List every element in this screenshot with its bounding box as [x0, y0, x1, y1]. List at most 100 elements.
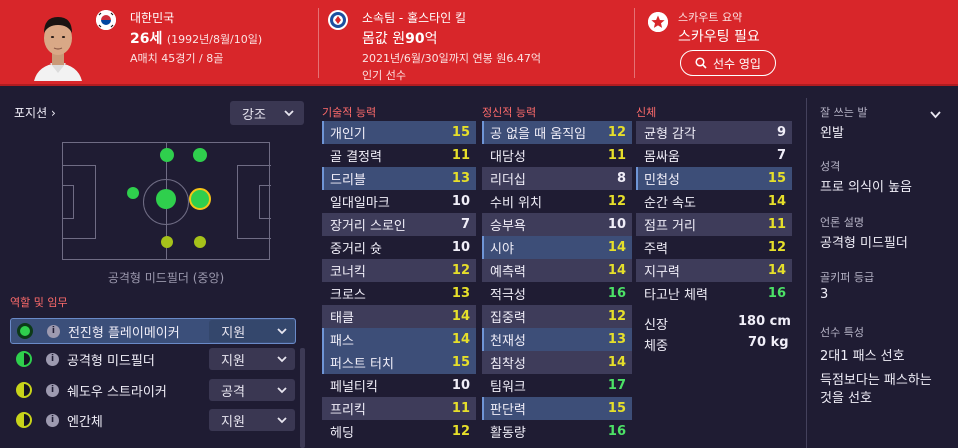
- attribute-row[interactable]: 예측력 14: [482, 259, 632, 282]
- attribute-row[interactable]: 공 없을 때 움직임 12: [482, 121, 632, 144]
- scout-summary-value: 스카우팅 필요: [678, 29, 760, 45]
- attribute-row[interactable]: 헤딩 12: [322, 420, 476, 443]
- attribute-row[interactable]: 골 결정력 11: [322, 144, 476, 167]
- attribute-name: 지구력: [644, 265, 680, 280]
- attribute-name: 예측력: [490, 265, 526, 280]
- header-divider: [318, 8, 319, 78]
- duty-dropdown[interactable]: 지원: [209, 320, 295, 342]
- position-dot[interactable]: [194, 236, 206, 248]
- left-goal-box: [62, 185, 74, 219]
- attribute-value: 14: [607, 263, 626, 278]
- attribute-value: 14: [451, 309, 470, 324]
- duty-value: 공격: [221, 384, 245, 400]
- attribute-row[interactable]: 수비 위치 12: [482, 190, 632, 213]
- media-description-value: 공격형 미드필더: [820, 236, 908, 251]
- attribute-row[interactable]: 드리블 13: [322, 167, 476, 190]
- attribute-row[interactable]: 주력 12: [636, 236, 792, 259]
- duty-dropdown[interactable]: 지원: [209, 348, 295, 370]
- roles-duties-title: 역할 및 임무: [10, 296, 68, 309]
- role-row[interactable]: i 쉐도우 스트라이커 공격: [10, 377, 296, 403]
- role-rating-half-icon: [16, 351, 32, 367]
- attribute-value: 9: [776, 125, 786, 140]
- attribute-row[interactable]: 균형 감각 9: [636, 121, 792, 144]
- attribute-name: 적극성: [490, 288, 526, 303]
- attribute-name: 침착성: [490, 357, 526, 372]
- duty-value: 지원: [221, 414, 245, 430]
- attribute-name: 리더십: [490, 173, 526, 188]
- role-row[interactable]: i 엔간체 지원: [10, 407, 296, 433]
- attribute-value: 12: [607, 194, 626, 209]
- attribute-row[interactable]: 일대일마크 10: [322, 190, 476, 213]
- position-dot[interactable]: [160, 148, 174, 162]
- attribute-value: 13: [451, 286, 470, 301]
- duty-dropdown[interactable]: 공격: [209, 379, 295, 401]
- roles-scrollbar[interactable]: [300, 348, 305, 448]
- personality-value: 프로 의식이 높음: [820, 180, 912, 195]
- sign-player-button[interactable]: 선수 영입: [680, 50, 776, 76]
- star-badge-icon: [648, 12, 668, 32]
- position-dot[interactable]: [127, 187, 139, 199]
- attribute-value: 14: [767, 263, 786, 278]
- attribute-row[interactable]: 패스 14: [322, 328, 476, 351]
- attribute-row[interactable]: 활동량 16: [482, 420, 632, 443]
- attribute-row[interactable]: 리더십 8: [482, 167, 632, 190]
- attribute-name: 패스: [330, 334, 354, 349]
- role-row[interactable]: i 전진형 플레이메이커 지원: [10, 318, 296, 344]
- attribute-row[interactable]: 퍼스트 터치 15: [322, 351, 476, 374]
- attribute-row[interactable]: 대담성 11: [482, 144, 632, 167]
- role-row[interactable]: i 공격형 미드필더 지원: [10, 346, 296, 372]
- height-value: 180 cm: [738, 314, 791, 329]
- attribute-value: 12: [451, 424, 470, 439]
- attribute-name: 개인기: [330, 127, 366, 142]
- attribute-row[interactable]: 중거리 슛 10: [322, 236, 476, 259]
- info-icon[interactable]: i: [46, 383, 59, 397]
- position-dot[interactable]: [156, 189, 176, 209]
- value-prefix: 몸값 원: [362, 31, 406, 47]
- info-icon[interactable]: i: [46, 352, 59, 366]
- position-dot-selected[interactable]: [189, 188, 211, 210]
- attribute-row[interactable]: 승부욕 10: [482, 213, 632, 236]
- attribute-name: 천재성: [490, 334, 526, 349]
- attribute-row[interactable]: 점프 거리 11: [636, 213, 792, 236]
- attribute-row[interactable]: 타고난 체력 16: [636, 282, 792, 305]
- holstein-kiel-crest-icon[interactable]: [328, 10, 348, 30]
- attribute-row[interactable]: 프리킥 11: [322, 397, 476, 420]
- attribute-row[interactable]: 장거리 스로인 7: [322, 213, 476, 236]
- attribute-row[interactable]: 침착성 14: [482, 351, 632, 374]
- club-link[interactable]: 소속팀 - 홀스타인 킬: [362, 9, 466, 26]
- attribute-row[interactable]: 태클 14: [322, 305, 476, 328]
- attribute-row[interactable]: 크로스 13: [322, 282, 476, 305]
- attribute-row[interactable]: 몸싸움 7: [636, 144, 792, 167]
- attribute-name: 페널티킥: [330, 380, 378, 395]
- attribute-row[interactable]: 시야 14: [482, 236, 632, 259]
- attribute-row[interactable]: 민첩성 15: [636, 167, 792, 190]
- chevron-down-icon: [277, 355, 287, 362]
- birth-date: (1992년/8월/10일): [166, 33, 263, 46]
- attribute-row[interactable]: 집중력 12: [482, 305, 632, 328]
- attribute-row[interactable]: 천재성 13: [482, 328, 632, 351]
- role-name: 쉐도우 스트라이커: [67, 384, 167, 400]
- role-rating-half-icon: [16, 412, 32, 428]
- attribute-row[interactable]: 판단력 15: [482, 397, 632, 420]
- attribute-name: 중거리 슛: [330, 242, 382, 257]
- attribute-row[interactable]: 개인기 15: [322, 121, 476, 144]
- attribute-row[interactable]: 팀워크 17: [482, 374, 632, 397]
- chevron-down-icon: [277, 386, 287, 393]
- emphasis-dropdown[interactable]: 강조: [230, 101, 304, 125]
- attribute-row[interactable]: 지구력 14: [636, 259, 792, 282]
- info-icon[interactable]: i: [47, 324, 60, 338]
- duty-dropdown[interactable]: 지원: [209, 409, 295, 431]
- attribute-row[interactable]: 순간 속도 14: [636, 190, 792, 213]
- chevron-down-icon[interactable]: [930, 108, 941, 122]
- positions-link[interactable]: 포지션 ›: [14, 104, 56, 121]
- position-dot[interactable]: [193, 148, 207, 162]
- attribute-value: 8: [616, 171, 626, 186]
- position-dot[interactable]: [161, 236, 173, 248]
- info-icon[interactable]: i: [46, 413, 59, 427]
- physical-title: 신체: [636, 106, 657, 119]
- attribute-row[interactable]: 적극성 16: [482, 282, 632, 305]
- attribute-name: 퍼스트 터치: [330, 357, 394, 372]
- attribute-row[interactable]: 코너킥 12: [322, 259, 476, 282]
- attribute-row[interactable]: 페널티킥 10: [322, 374, 476, 397]
- value-suffix: 억: [424, 31, 438, 47]
